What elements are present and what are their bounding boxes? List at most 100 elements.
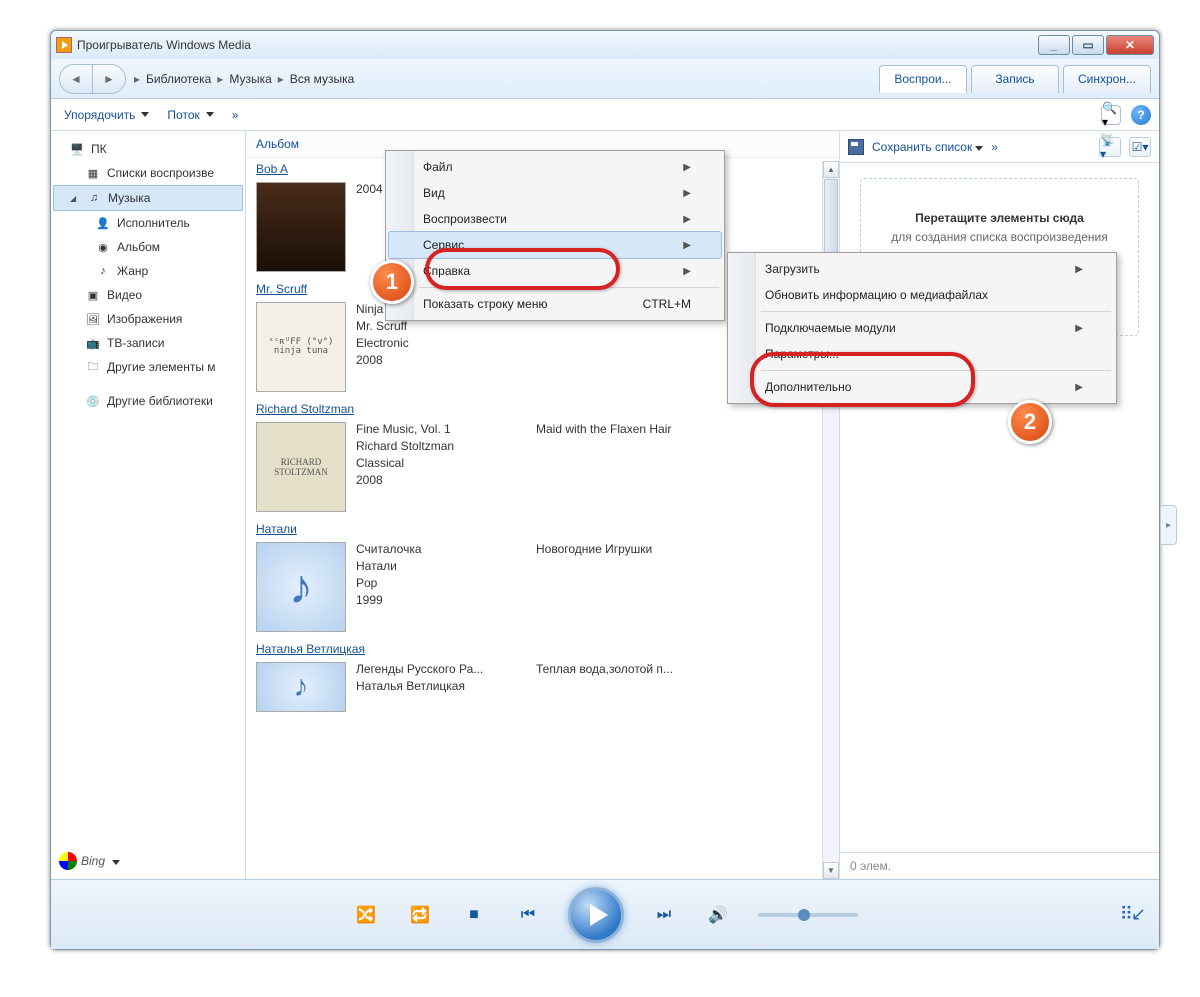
album-performer: Наталья Ветлицкая	[356, 679, 526, 693]
album-icon: ◉	[95, 239, 111, 255]
scroll-up-button[interactable]: ▲	[823, 161, 839, 178]
album-performer: Mr. Scruff	[356, 319, 526, 333]
title-bar: Проигрыватель Windows Media _ ▭ ✕	[51, 31, 1159, 59]
sidebar-images[interactable]: 🖼Изображения	[51, 307, 245, 331]
sidebar-playlists[interactable]: ▦Списки воспроизве	[51, 161, 245, 185]
submenu-arrow-icon: ▶	[683, 240, 691, 251]
album-year: 2008	[356, 473, 526, 487]
album-year: 1999	[356, 593, 526, 607]
maximize-button[interactable]: ▭	[1072, 35, 1104, 55]
sidebar-other-elements[interactable]: 🗀Другие элементы м	[51, 355, 245, 379]
sidebar-tv[interactable]: 📺ТВ-записи	[51, 331, 245, 355]
share-button[interactable]: 📡▾	[1099, 137, 1121, 157]
menu-plugins[interactable]: Подключаемые модули▶	[731, 315, 1113, 341]
album-row[interactable]: ♪ Считалочка Натали Pop 1999 Новогодние …	[246, 536, 839, 638]
breadcrumb[interactable]: ▸Библиотека ▸Музыка ▸Вся музыка	[134, 72, 354, 86]
prev-button[interactable]: ⏮	[514, 901, 542, 929]
menu-show-menubar[interactable]: Показать строку менюCTRL+M	[389, 291, 721, 317]
repeat-button[interactable]: 🔁	[406, 901, 434, 929]
sidebar-pc[interactable]: 🖥️ПК	[51, 137, 245, 161]
volume-slider[interactable]	[758, 913, 858, 917]
app-icon	[56, 37, 72, 53]
playlist-icon: ▦	[85, 165, 101, 181]
tab-sync[interactable]: Синхрон...	[1063, 65, 1151, 93]
submenu-arrow-icon: ▶	[1075, 382, 1083, 393]
menu-download[interactable]: Загрузить▶	[731, 256, 1113, 282]
music-note-icon: ♪	[289, 560, 313, 615]
next-button[interactable]: ⏭	[650, 901, 678, 929]
annotation-ring-1	[425, 248, 620, 290]
main-toolbar: Упорядочить Поток » 🔍▾ ?	[51, 99, 1159, 131]
album-year: 2008	[356, 353, 526, 367]
window-title: Проигрыватель Windows Media	[77, 38, 1038, 52]
play-button[interactable]	[568, 887, 624, 943]
album-art: ♪	[256, 662, 346, 712]
album-performer: Richard Stoltzman	[356, 439, 526, 453]
track-name[interactable]: Новогодние Игрушки	[536, 542, 829, 556]
sidebar-genre[interactable]: ♪Жанр	[51, 259, 245, 283]
sidebar-video[interactable]: ▣Видео	[51, 283, 245, 307]
pc-icon: 🖥️	[69, 141, 85, 157]
track-name[interactable]: Maid with the Flaxen Hair	[536, 422, 829, 436]
crumb-all-music[interactable]: Вся музыка	[290, 72, 355, 86]
album-row[interactable]: RICHARD STOLTZMAN Fine Music, Vol. 1 Ric…	[246, 416, 839, 518]
menu-play[interactable]: Воспроизвести▶	[389, 206, 721, 232]
window-controls: _ ▭ ✕	[1038, 35, 1154, 55]
album-title: Считалочка	[356, 542, 526, 556]
organize-menu[interactable]: Упорядочить	[59, 105, 154, 125]
expand-pane-button[interactable]: ▸	[1161, 505, 1177, 545]
mute-button[interactable]: 🔊	[704, 901, 732, 929]
track-name[interactable]: Теплая вода,золотой п...	[536, 662, 829, 676]
tv-icon: 📺	[85, 335, 101, 351]
annotation-ring-2	[750, 352, 975, 407]
album-genre: Classical	[356, 456, 526, 470]
bing-search[interactable]: Bing	[59, 852, 120, 870]
toolbar-more[interactable]: »	[991, 140, 998, 154]
stream-menu[interactable]: Поток	[162, 105, 218, 125]
minimize-button[interactable]: _	[1038, 35, 1070, 55]
right-toolbar: Сохранить список » 📡▾ ☑▾	[840, 131, 1159, 163]
now-playing-pane: Сохранить список » 📡▾ ☑▾ Перетащите элем…	[839, 131, 1159, 879]
sidebar-music[interactable]: ◢♫Музыка	[53, 185, 243, 211]
sidebar-artist[interactable]: 👤Исполнитель	[51, 211, 245, 235]
sidebar-other-libraries[interactable]: 💿Другие библиотеки	[51, 389, 245, 413]
stop-button[interactable]: ■	[460, 901, 488, 929]
images-icon: 🖼	[85, 311, 101, 327]
album-section: Наталья Ветлицкая ♪ Легенды Русского Ра.…	[246, 638, 839, 718]
submenu-arrow-icon: ▶	[683, 188, 691, 199]
sidebar-album[interactable]: ◉Альбом	[51, 235, 245, 259]
help-button[interactable]: ?	[1131, 105, 1151, 125]
drop-title: Перетащите элементы сюда	[871, 209, 1128, 228]
nav-back-button[interactable]: ◄	[59, 64, 93, 94]
album-art: ˢᶜʀᵁFF (°v°) ninja tuna	[256, 302, 346, 392]
album-row[interactable]: ♪ Легенды Русского Ра... Наталья Ветлицк…	[246, 656, 839, 718]
menu-file[interactable]: Файл▶	[389, 154, 721, 180]
album-title: Fine Music, Vol. 1	[356, 422, 526, 436]
save-list-button[interactable]: Сохранить список	[872, 140, 983, 154]
shortcut-label: CTRL+M	[643, 297, 691, 311]
artist-link[interactable]: Наталья Ветлицкая	[246, 638, 839, 656]
menu-view[interactable]: Вид▶	[389, 180, 721, 206]
tab-record[interactable]: Запись	[971, 65, 1059, 93]
sidebar: 🖥️ПК ▦Списки воспроизве ◢♫Музыка 👤Исполн…	[51, 131, 246, 879]
album-art: RICHARD STOLTZMAN	[256, 422, 346, 512]
submenu-arrow-icon: ▶	[1075, 323, 1083, 334]
album-genre: Pop	[356, 576, 526, 590]
options-button[interactable]: ☑▾	[1129, 137, 1151, 157]
crumb-music[interactable]: Музыка	[229, 72, 271, 86]
album-section: Richard Stoltzman RICHARD STOLTZMAN Fine…	[246, 398, 839, 518]
toolbar-more[interactable]: »	[227, 105, 244, 125]
scroll-down-button[interactable]: ▼	[823, 862, 839, 879]
nav-forward-button[interactable]: ►	[92, 64, 126, 94]
tab-playback[interactable]: Воспрои...	[879, 65, 967, 93]
player-controls: Bing 🔀 🔁 ■ ⏮ ⏭ 🔊 ⠿↙	[51, 879, 1159, 949]
search-button[interactable]: 🔍▾	[1101, 105, 1121, 125]
menu-refresh-media[interactable]: Обновить информацию о медиафайлах	[731, 282, 1113, 308]
crumb-library[interactable]: Библиотека	[146, 72, 211, 86]
switch-view-button[interactable]: ⠿↙	[1120, 904, 1144, 925]
close-button[interactable]: ✕	[1106, 35, 1154, 55]
context-menu-main: Файл▶ Вид▶ Воспроизвести▶ Сервис▶ Справк…	[385, 150, 725, 321]
submenu-arrow-icon: ▶	[683, 162, 691, 173]
shuffle-button[interactable]: 🔀	[352, 901, 380, 929]
artist-link[interactable]: Натали	[246, 518, 839, 536]
